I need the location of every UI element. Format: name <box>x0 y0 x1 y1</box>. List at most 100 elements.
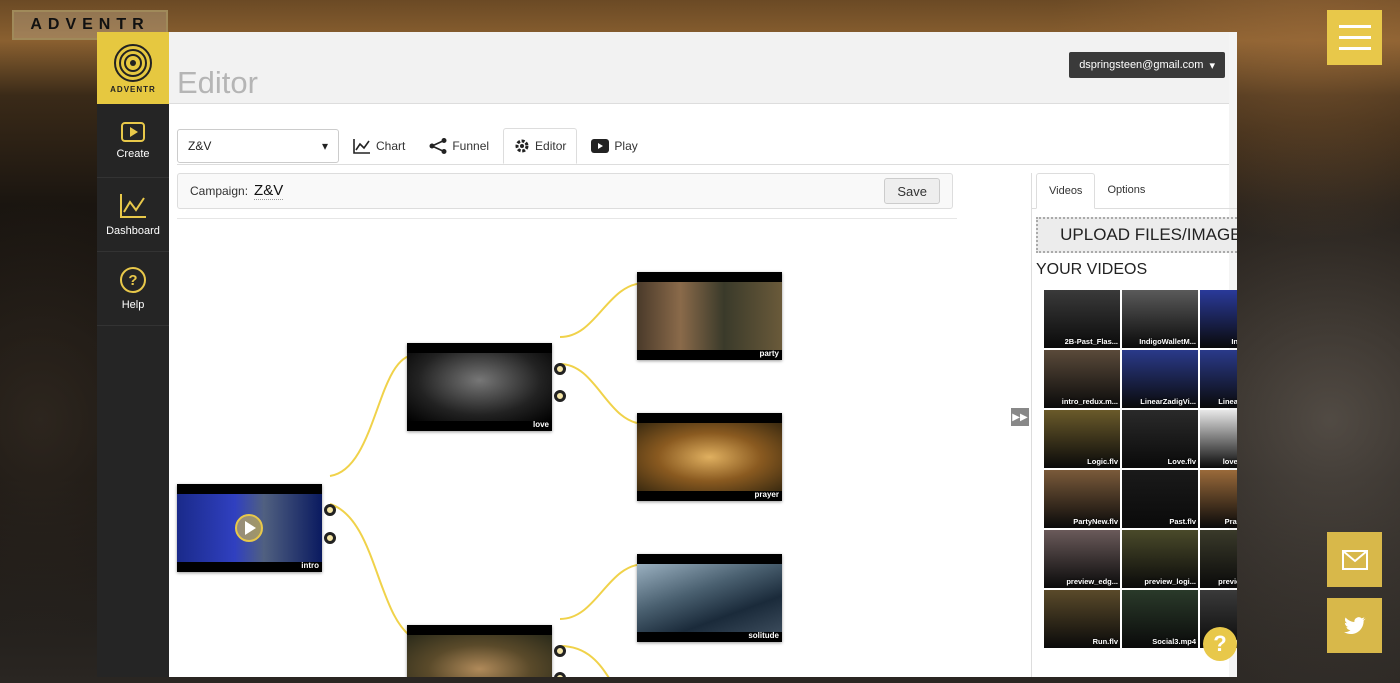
video-filename: Run.flv <box>1092 637 1118 646</box>
hamburger-menu-icon[interactable] <box>1327 10 1382 65</box>
video-thumbnail[interactable]: IntroNew.flv <box>1200 290 1237 348</box>
video-filename: IndigoWalletM... <box>1139 337 1196 346</box>
campaign-bar: Campaign: Z&V Save <box>177 173 953 209</box>
video-filename: Social3.mp4 <box>1152 637 1196 646</box>
user-email: dspringsteen@gmail.com <box>1079 59 1204 71</box>
node-output-port[interactable] <box>324 504 336 516</box>
panel-tabs: Videos Options <box>1032 173 1237 209</box>
video-thumbnail[interactable]: LinearZadigVi... <box>1122 350 1198 408</box>
email-icon[interactable] <box>1327 532 1382 587</box>
video-filename: Love.flv <box>1167 457 1196 466</box>
video-thumbnail[interactable]: preview_logi... <box>1122 530 1198 588</box>
video-thumbnail[interactable]: Love.flv <box>1122 410 1198 468</box>
nav-item-dashboard[interactable]: Dashboard <box>97 178 169 252</box>
campaign-name-field[interactable]: Z&V <box>254 182 284 200</box>
video-filename: Past.flv <box>1169 517 1196 526</box>
video-thumbnail[interactable]: intro_redux.m... <box>1044 350 1120 408</box>
tab-label: Play <box>614 139 638 153</box>
video-filename: LinearZadigVi... <box>1218 397 1237 406</box>
node-output-port[interactable] <box>554 363 566 375</box>
video-thumbnail[interactable]: LinearZadigVi... <box>1200 350 1237 408</box>
video-filename: Logic.flv <box>1087 457 1118 466</box>
logo-word: ADVENTR <box>110 84 156 94</box>
video-thumbnail[interactable]: Social3.mp4 <box>1122 590 1198 648</box>
tab-videos[interactable]: Videos <box>1036 173 1096 209</box>
video-node-logic[interactable]: logic <box>407 625 552 677</box>
header: Editor dspringsteen@gmail.com ▾ <box>169 32 1229 104</box>
tab-label: Editor <box>535 139 567 153</box>
tab-divider <box>177 164 1229 165</box>
video-thumbnail[interactable]: 2B-Past_Flas... <box>1044 290 1120 348</box>
video-thumbnail[interactable]: PartyNew.flv <box>1044 470 1120 528</box>
video-filename: IntroNew.flv <box>1231 337 1237 346</box>
nav-label: Create <box>116 148 150 160</box>
tab-funnel[interactable]: Funnel <box>419 128 499 164</box>
nav-item-create[interactable]: Create <box>97 104 169 178</box>
video-filename: LinearZadigVi... <box>1140 397 1196 406</box>
video-filename: preview_real8... <box>1218 577 1237 586</box>
video-filename: preview_edg... <box>1066 577 1118 586</box>
upload-button[interactable]: UPLOAD FILES/IMAGES <box>1036 217 1237 253</box>
node-label: love <box>532 420 549 429</box>
nav-item-help[interactable]: ? Help <box>97 252 169 326</box>
nav-label: Dashboard <box>106 225 160 237</box>
node-label: prayer <box>754 490 779 499</box>
play-icon <box>121 122 145 142</box>
gear-icon <box>515 139 529 153</box>
video-node-intro[interactable]: intro <box>177 484 322 572</box>
tab-editor[interactable]: Editor <box>503 128 578 164</box>
node-output-port[interactable] <box>554 645 566 657</box>
your-videos-title: YOUR VIDEOS <box>1036 261 1148 278</box>
video-thumbnail[interactable]: preview_edg... <box>1044 530 1120 588</box>
question-icon: ? <box>120 267 146 293</box>
video-filename: PartyNew.flv <box>1073 517 1118 526</box>
play-overlay-icon <box>235 514 263 542</box>
video-filename: love30sec-hi... <box>1222 457 1237 466</box>
left-nav: ADVENTR Create Dashboard ? Help <box>97 32 169 677</box>
user-menu[interactable]: dspringsteen@gmail.com ▾ <box>1069 52 1225 78</box>
video-thumbnail[interactable]: preview_real8... <box>1200 530 1237 588</box>
app-logo[interactable]: ADVENTR <box>97 32 169 104</box>
adventr-logo-icon <box>114 43 152 82</box>
nav-label: Help <box>121 299 145 311</box>
video-node-love[interactable]: love <box>407 343 552 431</box>
video-node-solitude[interactable]: solitude <box>637 554 782 642</box>
node-label: solitude <box>748 631 779 640</box>
tab-options[interactable]: Options <box>1095 172 1157 208</box>
tab-chart[interactable]: Chart <box>343 128 415 164</box>
collapse-panel-icon[interactable]: ▶▶ <box>1011 408 1029 426</box>
video-thumbnail[interactable]: PrayerNew.flv <box>1200 470 1237 528</box>
chart-icon <box>120 194 146 218</box>
line-chart-icon <box>353 139 370 154</box>
node-output-port[interactable] <box>554 390 566 402</box>
campaign-label: Campaign: <box>190 184 249 198</box>
help-bubble-icon[interactable]: ? <box>1203 627 1237 661</box>
tab-label: Funnel <box>452 139 490 153</box>
caret-down-icon: ▾ <box>321 139 328 153</box>
video-node-party[interactable]: party <box>637 272 782 360</box>
video-thumbnail[interactable]: Past.flv <box>1122 470 1198 528</box>
media-panel: Videos Options UPLOAD FILES/IMAGES YOUR … <box>1031 173 1237 677</box>
video-filename: preview_logi... <box>1144 577 1196 586</box>
video-filename: 2B-Past_Flas... <box>1064 337 1118 346</box>
video-thumbnail[interactable]: IndigoWalletM... <box>1122 290 1198 348</box>
video-filename: intro_redux.m... <box>1061 397 1118 406</box>
video-thumbnail[interactable]: Run.flv <box>1044 590 1120 648</box>
page-title: Editor <box>177 65 258 100</box>
twitter-icon[interactable] <box>1327 598 1382 653</box>
campaign-select[interactable]: Z&V ▾ <box>177 129 339 163</box>
video-thumbnail[interactable]: love30sec-hi... <box>1200 410 1237 468</box>
node-label: party <box>759 349 779 358</box>
video-thumbnail[interactable]: Logic.flv <box>1044 410 1120 468</box>
toolbar: Z&V ▾ Chart Funnel Editor Play <box>177 128 648 164</box>
video-node-prayer[interactable]: prayer <box>637 413 782 501</box>
node-output-port[interactable] <box>324 532 336 544</box>
connector-lines <box>329 282 646 677</box>
node-output-port[interactable] <box>554 672 566 677</box>
tab-play[interactable]: Play <box>581 128 647 164</box>
node-label: intro <box>301 561 319 570</box>
save-button[interactable]: Save <box>884 178 940 204</box>
video-filename: PrayerNew.flv <box>1224 517 1237 526</box>
campaign-select-value: Z&V <box>188 139 212 153</box>
story-canvas[interactable]: intro love party prayer logic <box>177 218 957 677</box>
